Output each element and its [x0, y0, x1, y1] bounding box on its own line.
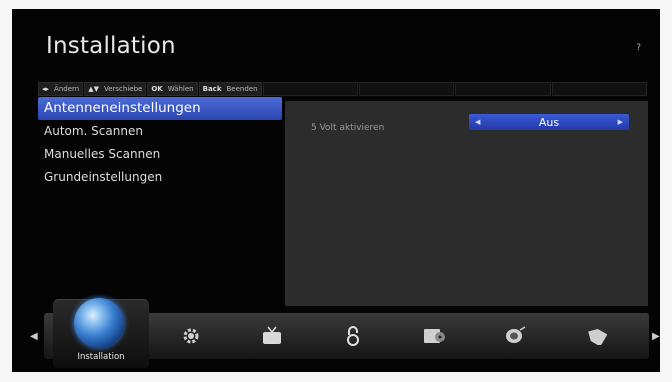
hint-label: Ändern — [54, 85, 80, 93]
menu-item-basic-settings[interactable]: Grundeinstellungen — [38, 166, 282, 189]
tv-screen: Installation ? ◂▸ Ändern ▲▼ Verschiebe O… — [12, 9, 660, 372]
dock-item-installation[interactable]: Installation — [53, 298, 149, 368]
hint-slot-empty — [262, 82, 358, 96]
menu-item-auto-scan[interactable]: Autom. Scannen — [38, 120, 282, 143]
gear-icon[interactable] — [178, 323, 204, 349]
globe-icon — [74, 298, 124, 348]
hint-label: Wählen — [167, 85, 194, 93]
media-icon[interactable] — [421, 323, 447, 349]
hint-move: ▲▼ Verschiebe — [84, 82, 147, 96]
hint-slot-empty — [358, 82, 455, 96]
hint-slot-empty — [455, 82, 551, 96]
arrow-left-icon[interactable]: ◀ — [475, 118, 480, 126]
key-hint-bar: ◂▸ Ändern ▲▼ Verschiebe OK Wählen Back B… — [38, 82, 648, 96]
tv-icon[interactable] — [259, 323, 285, 349]
tag-icon[interactable] — [583, 323, 609, 349]
dock-item-label: Installation — [77, 352, 125, 362]
option-value-selector[interactable]: ◀ Aus ▶ — [469, 114, 629, 130]
dock-scroll-right-icon[interactable]: ▶ — [652, 331, 660, 342]
hint-change: ◂▸ Ändern — [38, 82, 84, 96]
dock-scroll-left-icon[interactable]: ◀ — [30, 331, 38, 342]
option-value: Aus — [538, 115, 560, 129]
hint-select: OK Wählen — [147, 82, 198, 96]
satellite-icon[interactable] — [502, 323, 528, 349]
back-key-label: Back — [202, 85, 222, 93]
installation-menu: Antenneneinstellungen Autom. Scannen Man… — [38, 97, 282, 189]
hint-label: Verschiebe — [103, 85, 143, 93]
bottom-dock: ◀ ▶ Installation — [12, 298, 660, 372]
settings-panel: 5 Volt aktivieren ◀ Aus ▶ — [285, 101, 648, 306]
left-right-arrows-icon: ◂▸ — [42, 85, 50, 93]
hint-slot-empty — [551, 82, 647, 96]
menu-item-manual-scan[interactable]: Manuelles Scannen — [38, 143, 282, 166]
arrow-right-icon[interactable]: ▶ — [618, 118, 623, 126]
ok-key-label: OK — [151, 85, 163, 93]
hint-exit: Back Beenden — [198, 82, 262, 96]
menu-item-antenna-settings[interactable]: Antenneneinstellungen — [38, 97, 282, 120]
hint-label: Beenden — [226, 85, 258, 93]
page-title: Installation — [46, 33, 176, 59]
option-label: 5 Volt aktivieren — [311, 123, 385, 133]
up-down-arrows-icon: ▲▼ — [88, 85, 99, 93]
help-icon[interactable]: ? — [636, 43, 641, 53]
lock-icon[interactable] — [340, 323, 366, 349]
